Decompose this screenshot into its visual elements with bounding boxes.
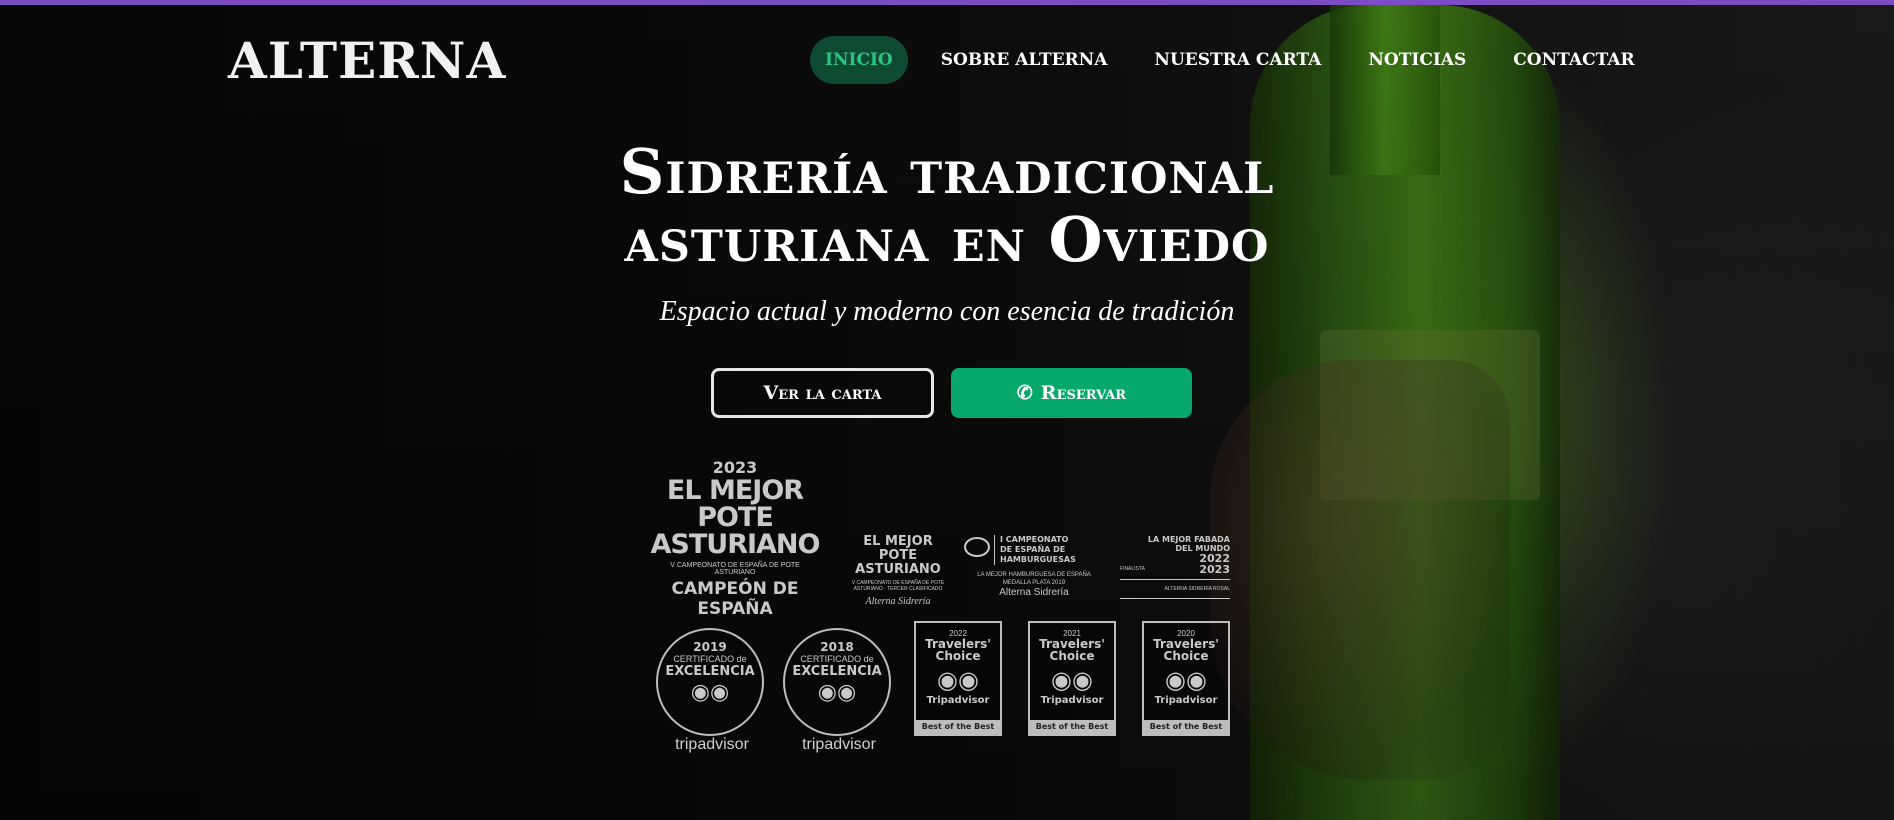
- award-line: EL MEJOR: [666, 475, 804, 506]
- award-mejor-pote-2023: 2023 EL MEJOR POTE ASTURIANO V CAMPEONAT…: [650, 458, 821, 619]
- nav-contactar[interactable]: CONTACTAR: [1499, 36, 1648, 84]
- award-champion: CAMPEÓN DE ESPAÑA: [671, 579, 799, 619]
- tripadvisor-owl-icon: ◉◉: [1051, 667, 1093, 694]
- award-line: EXCELENCIA: [665, 664, 755, 679]
- award-small: ALTERNA SIDRERÍA ROSAL: [1164, 586, 1230, 592]
- travelers-choice-2020: 2020 Travelers' Choice ◉◉ Tripadvisor Be…: [1142, 621, 1230, 736]
- best-of-best-badge: Best of the Best: [1030, 720, 1114, 734]
- phone-icon: ✆: [1016, 382, 1033, 404]
- award-year: 2018: [820, 640, 854, 654]
- nav-inicio[interactable]: INICIO: [810, 36, 908, 84]
- award-line: EL MEJOR: [863, 534, 933, 549]
- tripadvisor-owl-icon: ◉◉: [817, 679, 857, 704]
- tripadvisor-brand: Tripadvisor: [1154, 695, 1218, 706]
- award-line: Choice: [935, 649, 981, 663]
- ver-carta-label: Ver la carta: [763, 382, 882, 404]
- award-small: V CAMPEONATO DE ESPAÑA DE POTE ASTURIANO…: [851, 580, 945, 592]
- best-of-best-badge: Best of the Best: [1144, 720, 1228, 734]
- hero-title-line1: Sidrería tradicional: [619, 135, 1275, 208]
- award-small: FINALISTA: [1120, 566, 1145, 572]
- award-line: EXCELENCIA: [792, 664, 882, 679]
- award-hamburguesas: I CAMPEONATO DE ESPAÑA DE HAMBURGUESAS L…: [964, 535, 1104, 605]
- award-small: LA MEJOR HAMBURGUESA DE ESPAÑA: [977, 572, 1091, 578]
- award-line: POTE ASTURIANO: [855, 548, 941, 577]
- award-year: 2019: [693, 640, 727, 654]
- site-logo[interactable]: ALTERNA: [228, 30, 505, 92]
- hero-subtitle: Espacio actual y moderno con esencia de …: [659, 296, 1235, 327]
- award-small: MEDALLA PLATA 2019: [1002, 580, 1066, 586]
- best-of-best-badge: Best of the Best: [916, 720, 1000, 734]
- reservar-label: Reservar: [1040, 382, 1127, 404]
- award-signature: Alterna Sidrería: [865, 596, 931, 607]
- nav-nuestra-carta[interactable]: NUESTRA CARTA: [1140, 36, 1335, 84]
- reservar-button[interactable]: ✆ Reservar: [951, 368, 1192, 418]
- award-signature: Alterna Sidrería: [999, 587, 1069, 598]
- award-line: HAMBURGUESAS: [1000, 555, 1076, 564]
- tripadvisor-brand: tripadvisor: [802, 736, 876, 753]
- award-line: Choice: [1163, 649, 1209, 663]
- hero-title-line2: asturiana en Oviedo: [624, 203, 1270, 276]
- award-line: CERTIFICADO de: [800, 654, 874, 664]
- award-line: POTE: [697, 502, 774, 533]
- nav-noticias[interactable]: NOTICIAS: [1354, 36, 1480, 84]
- tripadvisor-certificate-2019: 2019 CERTIFICADO de EXCELENCIA ◉◉ tripad…: [656, 628, 764, 753]
- award-line: CERTIFICADO de: [673, 654, 747, 664]
- award-line: I CAMPEONATO: [1000, 535, 1069, 544]
- tripadvisor-brand: Tripadvisor: [926, 695, 990, 706]
- travelers-choice-2022: 2022 Travelers' Choice ◉◉ Tripadvisor Be…: [914, 621, 1002, 736]
- travelers-choice-2021: 2021 Travelers' Choice ◉◉ Tripadvisor Be…: [1028, 621, 1116, 736]
- award-line: DE ESPAÑA DE: [1000, 545, 1066, 554]
- award-line: Choice: [1049, 649, 1095, 663]
- hero-title: Sidrería tradicional asturiana en Oviedo: [400, 138, 1494, 274]
- tripadvisor-owl-icon: ◉◉: [937, 667, 979, 694]
- tripadvisor-owl-icon: ◉◉: [1165, 667, 1207, 694]
- award-small: V CAMPEONATO DE ESPAÑA DE POTE ASTURIANO: [670, 562, 800, 576]
- award-line: ASTURIANO: [650, 529, 821, 560]
- award-mejor-fabada: LA MEJOR FABADA DEL MUNDO 2022 2023 FINA…: [1120, 535, 1230, 605]
- award-line: LA MEJOR FABADA: [1147, 535, 1230, 544]
- tripadvisor-brand: tripadvisor: [675, 736, 749, 753]
- award-mejor-pote-small: EL MEJOR POTE ASTURIANO V CAMPEONATO DE …: [848, 534, 948, 608]
- tripadvisor-certificate-2018: 2018 CERTIFICADO de EXCELENCIA ◉◉ tripad…: [783, 628, 891, 753]
- burger-logo-icon: [964, 537, 990, 557]
- tripadvisor-brand: Tripadvisor: [1040, 695, 1104, 706]
- nav-sobre-alterna[interactable]: SOBRE ALTERNA: [927, 36, 1122, 84]
- tripadvisor-owl-icon: ◉◉: [690, 679, 730, 704]
- ver-carta-button[interactable]: Ver la carta: [711, 368, 934, 418]
- main-nav: INICIO SOBRE ALTERNA NUESTRA CARTA NOTIC…: [810, 36, 1668, 84]
